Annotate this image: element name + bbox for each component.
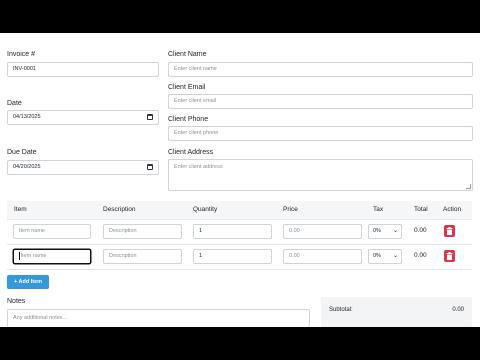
client-phone-placeholder: Enter client phone bbox=[174, 130, 219, 136]
item-name-placeholder: Item name bbox=[19, 228, 45, 234]
resize-handle-icon[interactable] bbox=[466, 184, 471, 189]
item-description-input[interactable]: Description bbox=[103, 224, 182, 239]
item-description-placeholder: Description bbox=[109, 253, 137, 259]
header-price: Price bbox=[283, 206, 298, 213]
item-quantity-value: 1 bbox=[199, 253, 203, 259]
item-price-placeholder: 0.00 bbox=[289, 228, 300, 234]
due-date-input[interactable]: 04/20/2025 bbox=[7, 160, 159, 175]
item-name-input[interactable]: Item name bbox=[13, 224, 91, 239]
header-tax: Tax bbox=[373, 206, 384, 213]
invoice-form: Invoice # INV-0001 Date 04/13/2025 Due D… bbox=[0, 33, 480, 327]
item-description-input[interactable]: Description bbox=[103, 249, 182, 264]
notes-label: Notes bbox=[7, 298, 26, 305]
client-name-placeholder: Enter client name bbox=[174, 66, 217, 72]
client-email-placeholder: Enter client email bbox=[174, 98, 217, 104]
calendar-icon[interactable] bbox=[147, 164, 153, 170]
item-quantity-input[interactable]: 1 bbox=[193, 224, 272, 239]
invoice-number-label: Invoice # bbox=[7, 51, 36, 58]
subtotal-label: Subtotal: bbox=[329, 307, 353, 313]
client-phone-label: Client Phone bbox=[168, 116, 209, 123]
item-name-placeholder: Item name bbox=[20, 253, 47, 259]
date-input[interactable]: 04/13/2025 bbox=[7, 110, 159, 125]
item-price-input[interactable]: 0.00 bbox=[283, 224, 362, 239]
chevron-down-icon: ⌄ bbox=[392, 228, 398, 234]
notes-textarea[interactable]: Any additional notes... bbox=[7, 309, 310, 327]
calendar-icon[interactable] bbox=[147, 114, 153, 120]
invoice-number-input[interactable]: INV-0001 bbox=[7, 62, 159, 77]
item-quantity-input[interactable]: 1 bbox=[193, 249, 272, 264]
client-email-input[interactable]: Enter client email bbox=[168, 94, 473, 109]
tax-select[interactable]: 0% ⌄ bbox=[368, 224, 402, 239]
row-total: 0.00 bbox=[414, 227, 427, 234]
client-email-label: Client Email bbox=[168, 84, 206, 91]
header-total: Total bbox=[414, 206, 428, 213]
date-value: 04/13/2025 bbox=[13, 114, 41, 120]
item-price-placeholder: 0.00 bbox=[289, 253, 300, 259]
tax-select[interactable]: 0% ⌄ bbox=[368, 249, 402, 264]
header-quantity: Quantity bbox=[193, 206, 218, 213]
subtotal-value: 0.00 bbox=[452, 307, 464, 313]
notes-placeholder: Any additional notes... bbox=[13, 315, 68, 321]
tax-value: 0% bbox=[373, 228, 381, 234]
item-description-placeholder: Description bbox=[109, 228, 137, 234]
row-total: 0.00 bbox=[414, 252, 427, 259]
items-table-header: Item Description Quantity Price Tax Tota… bbox=[7, 201, 472, 220]
date-label: Date bbox=[7, 100, 22, 107]
due-date-value: 04/20/2025 bbox=[13, 164, 41, 170]
client-address-textarea[interactable]: Enter client address bbox=[168, 159, 473, 191]
item-quantity-value: 1 bbox=[199, 228, 203, 234]
delete-item-button[interactable] bbox=[444, 250, 455, 262]
client-phone-input[interactable]: Enter client phone bbox=[168, 126, 473, 141]
item-name-input[interactable]: Item name bbox=[13, 249, 91, 264]
item-price-input[interactable]: 0.00 bbox=[283, 249, 362, 264]
client-address-placeholder: Enter client address bbox=[174, 164, 223, 170]
text-cursor bbox=[19, 251, 20, 260]
header-action: Action bbox=[443, 206, 462, 213]
chevron-down-icon: ⌄ bbox=[392, 253, 398, 259]
tax-value: 0% bbox=[373, 253, 381, 259]
trash-icon bbox=[446, 252, 453, 260]
trash-icon bbox=[446, 227, 453, 235]
header-description: Description bbox=[103, 206, 136, 213]
client-name-input[interactable]: Enter client name bbox=[168, 62, 473, 77]
add-item-button[interactable]: + Add Item bbox=[7, 275, 49, 289]
client-name-label: Client Name bbox=[168, 51, 207, 58]
delete-item-button[interactable] bbox=[444, 225, 455, 237]
summary-panel: Subtotal: 0.00 bbox=[321, 297, 472, 327]
due-date-label: Due Date bbox=[7, 149, 37, 156]
invoice-number-value: INV-0001 bbox=[13, 66, 36, 72]
table-row: Item name Description 1 0.00 0% ⌄ 0.00 bbox=[7, 244, 472, 270]
header-item: Item bbox=[14, 206, 27, 213]
table-row: Item name Description 1 0.00 0% ⌄ 0.00 bbox=[7, 219, 472, 245]
client-address-label: Client Address bbox=[168, 149, 214, 156]
